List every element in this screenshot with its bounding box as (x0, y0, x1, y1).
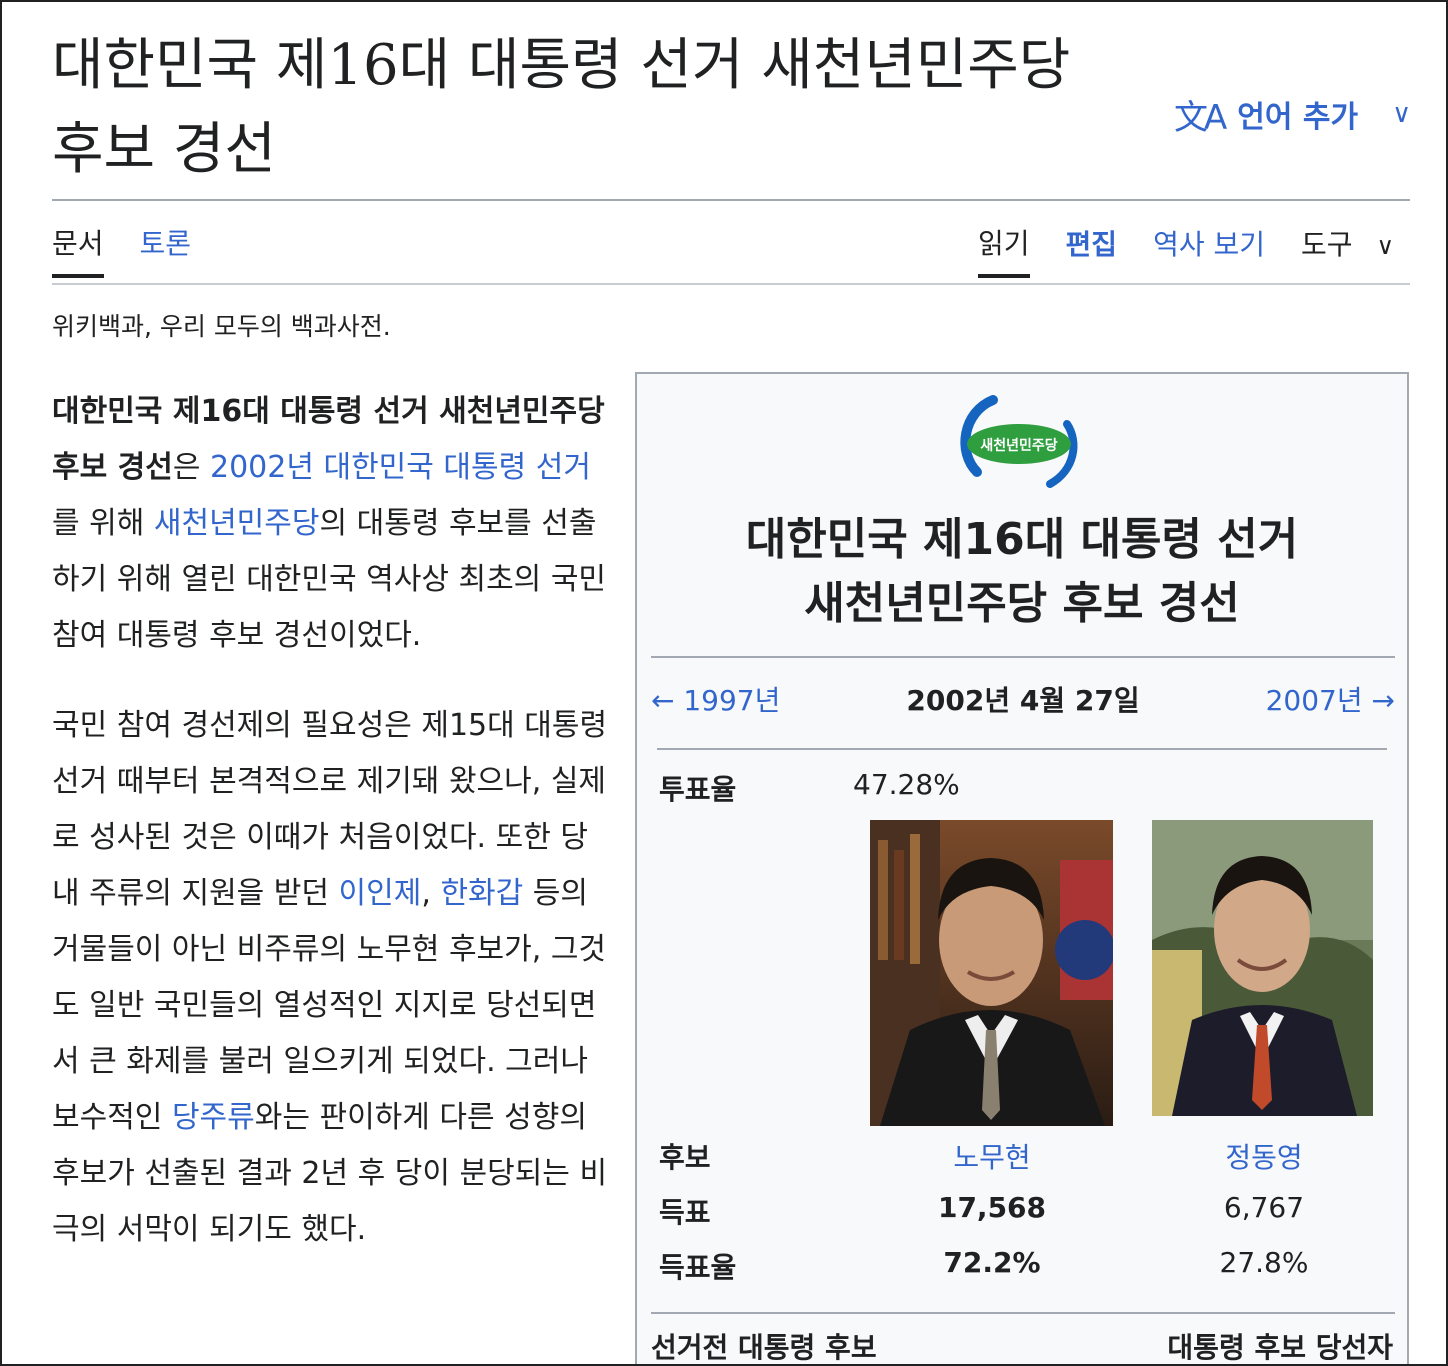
next-election-link[interactable]: 2007년 → (1266, 679, 1395, 719)
view-tabs: 읽기 편집 역사 보기 도구 ∨ (978, 222, 1394, 278)
language-button[interactable]: 文A 언어 추가 ∨ (1174, 90, 1411, 138)
previous-candidate-label: 선거전 대통령 후보 (651, 1331, 877, 1364)
candidate-photo-2[interactable] (1152, 820, 1373, 1116)
tabs-divider (52, 283, 1410, 285)
votes-row-label: 득표 (659, 1196, 711, 1229)
infobox-title: 대한민국 제16대 대통령 선거 새천년민주당 후보 경선 (637, 508, 1407, 636)
share-row-label: 득표율 (659, 1251, 737, 1284)
article-link[interactable]: 2002년 대한민국 대통령 선거 (210, 450, 591, 485)
language-button-label: 언어 추가 (1237, 100, 1359, 135)
article-link[interactable]: 당주류 (172, 1100, 255, 1135)
page-title: 대한민국 제16대 대통령 선거 새천년민주당 후보 경선 (52, 33, 1071, 182)
article-link[interactable]: 새천년민주당 (154, 506, 320, 541)
candidate-share-1: 72.2% (943, 1246, 1041, 1279)
site-tagline: 위키백과, 우리 모두의 백과사전. (52, 312, 391, 341)
article-text: 은 (172, 450, 210, 485)
article-link[interactable]: 이인제 (339, 876, 422, 911)
article-link[interactable]: 한화갑 (440, 876, 523, 911)
candidate-name-1[interactable]: 노무현 (887, 1136, 1097, 1176)
candidate-votes-1: 17,568 (937, 1191, 1047, 1224)
page-frame: 대한민국 제16대 대통령 선거 새천년민주당 후보 경선 文A 언어 추가 ∨… (0, 0, 1448, 1366)
article-text: 등의 거물들이 아닌 비주류의 노무현 후보가, 그것도 일반 국민들의 열성적… (52, 876, 607, 1135)
infobox-title-line-2: 새천년민주당 후보 경선 (804, 578, 1240, 629)
candidate-row-label: 후보 (659, 1141, 711, 1174)
article-paragraph-1: 대한민국 제16대 대통령 선거 새천년민주당 후보 경선은 2002년 대한민… (52, 384, 608, 664)
infobox-divider (651, 1312, 1395, 1314)
infobox-divider (657, 748, 1387, 750)
chevron-down-icon: ∨ (1392, 99, 1412, 129)
candidate-photo-1[interactable] (870, 820, 1113, 1126)
translate-icon: 文A (1174, 97, 1227, 138)
infobox-title-line-1: 대한민국 제16대 대통령 선거 (745, 514, 1299, 565)
election-nav: ← 1997년 2002년 4월 27일 2007년 → (651, 679, 1395, 723)
infobox-divider (651, 656, 1395, 658)
tab-talk[interactable]: 토론 (140, 222, 192, 278)
candidate-name-2[interactable]: 정동영 (1157, 1136, 1371, 1176)
tab-read[interactable]: 읽기 (978, 222, 1030, 278)
namespace-tabs: 문서 토론 (52, 222, 191, 278)
tab-edit[interactable]: 편집 (1066, 223, 1118, 277)
title-divider (52, 199, 1410, 201)
tab-tools-label: 도구 (1301, 228, 1353, 261)
chevron-down-icon: ∨ (1376, 232, 1395, 260)
tab-tools[interactable]: 도구 ∨ (1301, 223, 1394, 277)
infobox: 새천년민주당 대한민국 제16대 대통령 선거 새천년민주당 후보 경선 ← 1… (635, 372, 1409, 1364)
article-text: , (421, 876, 441, 911)
elected-candidate-label: 대통령 후보 당선자 (1167, 1331, 1393, 1364)
tab-article[interactable]: 문서 (52, 222, 104, 278)
article-paragraph-2: 국민 참여 경선제의 필요성은 제15대 대통령 선거 때부터 본격적으로 제기… (52, 698, 608, 1258)
tab-history[interactable]: 역사 보기 (1153, 223, 1265, 277)
candidate-votes-2: 6,767 (1223, 1191, 1305, 1224)
article-text: 를 위해 (52, 506, 154, 541)
candidate-share-2: 27.8% (1219, 1246, 1309, 1279)
turnout-value: 47.28% (853, 768, 960, 801)
party-logo-text: 새천년민주당 (980, 437, 1057, 454)
turnout-label: 투표율 (659, 773, 737, 806)
article-body: 대한민국 제16대 대통령 선거 새천년민주당 후보 경선은 2002년 대한민… (52, 384, 608, 1292)
party-logo: 새천년민주당 (960, 395, 1078, 488)
